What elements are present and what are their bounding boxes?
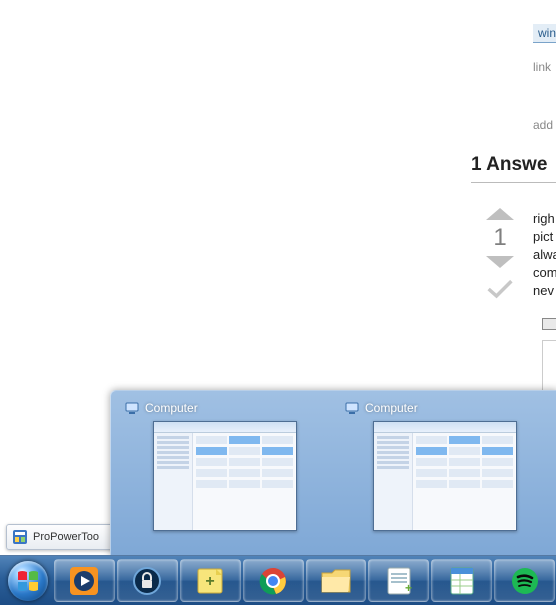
taskbar: + + [0, 555, 556, 605]
taskbar-button-file-explorer[interactable] [306, 559, 367, 602]
computer-icon [345, 401, 359, 415]
notepad-icon: + [385, 566, 413, 596]
computer-icon [125, 401, 139, 415]
share-link[interactable]: link [533, 60, 551, 74]
window-thumbnail[interactable] [153, 421, 297, 531]
spotify-icon [510, 566, 540, 596]
answer-line: alwa [533, 246, 556, 264]
svg-text:+: + [405, 581, 412, 595]
window-thumbnail[interactable] [373, 421, 517, 531]
taskbar-button-spotify[interactable] [494, 559, 555, 602]
spreadsheet-icon [448, 566, 476, 596]
lock-circle-icon [131, 565, 163, 597]
app-icon [13, 530, 27, 544]
answer-line: righ [533, 210, 556, 228]
sticky-note-icon: + [195, 566, 225, 596]
start-button[interactable] [2, 558, 53, 603]
windows-logo-icon [8, 561, 48, 601]
taskbar-button-sticky-notes[interactable]: + [180, 559, 241, 602]
folder-icon [320, 567, 352, 595]
taskbar-button-chrome[interactable] [243, 559, 304, 602]
taskbar-button-spreadsheet-app[interactable] [431, 559, 492, 602]
vote-column: 1 [485, 208, 515, 305]
taskbar-button-notepad-plus[interactable]: + [368, 559, 429, 602]
propowertools-label: ProPowerToo [33, 531, 99, 543]
thumbnail-item[interactable]: Computer [121, 397, 331, 531]
partial-window-titlebar [542, 318, 556, 330]
answer-line: com [533, 264, 556, 282]
downvote-button[interactable] [486, 256, 514, 268]
question-tag[interactable]: wind [533, 24, 556, 43]
add-comment-link[interactable]: add [533, 118, 553, 132]
vote-score: 1 [493, 226, 506, 250]
answer-line: pict [533, 228, 556, 246]
chrome-icon [258, 566, 288, 596]
thumbnail-title: Computer [145, 401, 198, 415]
taskbar-button-lock-app[interactable] [117, 559, 178, 602]
taskbar-thumbnail-flyout: Computer Computer [110, 390, 556, 556]
svg-text:+: + [206, 573, 215, 590]
media-player-icon [68, 565, 100, 597]
answers-heading: 1 Answe [471, 154, 556, 183]
answer-line: nev [533, 282, 556, 300]
taskbar-button-media-player[interactable] [54, 559, 115, 602]
accept-answer-button[interactable] [486, 278, 514, 305]
answer-body: righ pict alwa com nev [533, 210, 556, 300]
thumbnail-item[interactable]: Computer [341, 397, 551, 531]
thumbnail-title: Computer [365, 401, 418, 415]
upvote-button[interactable] [486, 208, 514, 220]
